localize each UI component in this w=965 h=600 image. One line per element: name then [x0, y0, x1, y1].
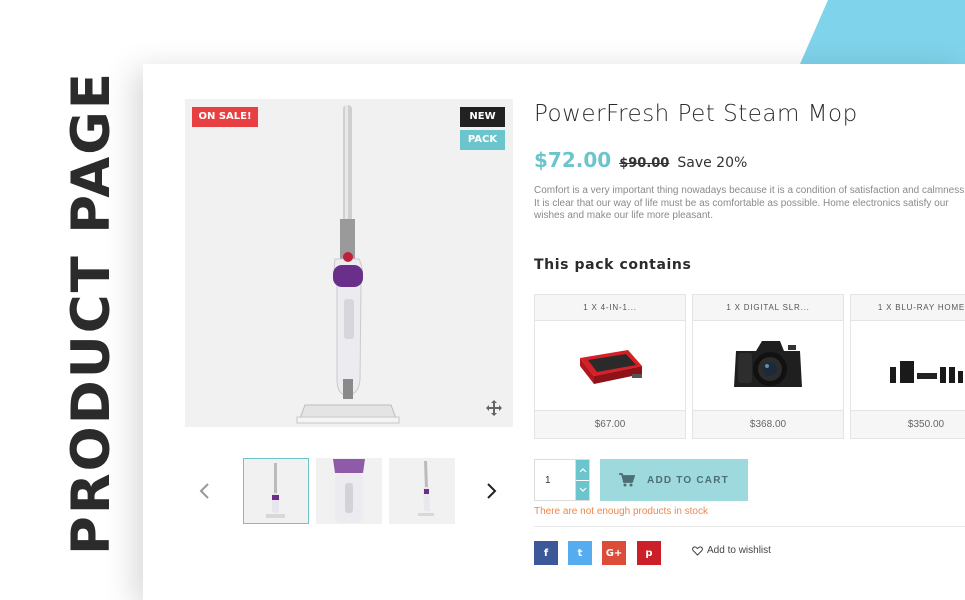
side-title: PRODUCT PAGE [61, 71, 122, 555]
current-price: $72.00 [534, 148, 612, 172]
pack-item-name[interactable]: 1 x Digital SLR... [693, 295, 843, 321]
thumbnail-mop-closeup [333, 459, 365, 523]
twitter-share-button[interactable]: t [568, 541, 592, 565]
spinner-up-icon[interactable] [576, 460, 589, 481]
pinterest-share-button[interactable]: p [637, 541, 661, 565]
spinner-down-icon[interactable] [576, 480, 589, 500]
pack-item[interactable]: 1 x 4-in-1... $67.00 [534, 294, 686, 439]
googleplus-share-button[interactable]: G+ [602, 541, 626, 565]
pack-item-price: $368.00 [693, 410, 843, 438]
grill-image [580, 349, 642, 384]
product-description: Comfort is a very important thing nowada… [534, 185, 965, 221]
add-to-cart-button[interactable]: Add to cart [600, 459, 748, 501]
add-to-cart-label: Add to cart [647, 474, 729, 486]
pack-item-image[interactable] [851, 321, 965, 410]
home-theater-image [890, 360, 963, 383]
stock-warning: There are not enough products in stock [534, 506, 708, 517]
facebook-share-button[interactable]: f [534, 541, 558, 565]
pack-item-price: $350.00 [851, 410, 965, 438]
cart-icon [619, 473, 636, 487]
wishlist-label: Add to wishlist [707, 545, 771, 556]
chevron-right-icon[interactable] [481, 481, 501, 501]
quantity-spinner[interactable] [575, 460, 589, 500]
pack-item-name[interactable]: 1 x 4-in-1... [535, 295, 685, 321]
price-row: $72.00 $90.00 Save 20% [534, 148, 747, 172]
pack-item-price: $67.00 [535, 410, 685, 438]
heart-icon [692, 545, 703, 556]
thumbnail-mop-full [266, 463, 285, 518]
quantity-stepper[interactable] [534, 459, 590, 501]
add-to-wishlist-link[interactable]: Add to wishlist [692, 545, 771, 556]
quantity-input[interactable] [535, 460, 575, 500]
thumbnail-mop-side [418, 461, 434, 516]
pack-item[interactable]: 1 x Blu-ray Home... $350.00 [850, 294, 965, 439]
googleplus-icon: G+ [605, 547, 623, 559]
new-badge: New [460, 107, 505, 127]
discount-label: Save 20% [677, 155, 748, 171]
pack-heading: This pack contains [534, 257, 692, 273]
chevron-left-icon[interactable] [195, 481, 215, 501]
product-card: On sale! New Pack [143, 64, 965, 600]
old-price: $90.00 [619, 156, 670, 171]
expand-icon[interactable] [485, 399, 503, 417]
pinterest-icon: p [645, 547, 653, 559]
pack-item-image[interactable] [693, 321, 843, 410]
pack-item[interactable]: 1 x Digital SLR... $368.00 [692, 294, 844, 439]
thumbnail-1[interactable] [243, 458, 309, 524]
background-accent [800, 0, 965, 64]
thumbnail-2[interactable] [316, 458, 382, 524]
product-title: PowerFresh Pet Steam Mop [534, 101, 858, 127]
twitter-icon: t [577, 547, 583, 559]
thumbnail-3[interactable] [389, 458, 455, 524]
pack-item-image[interactable] [535, 321, 685, 410]
on-sale-badge: On sale! [192, 107, 258, 127]
divider [534, 526, 965, 527]
pack-item-name[interactable]: 1 x Blu-ray Home... [851, 295, 965, 321]
main-product-image[interactable]: On sale! New Pack [185, 99, 513, 427]
camera-image [734, 340, 802, 387]
facebook-icon: f [543, 547, 549, 559]
pack-badge: Pack [460, 130, 505, 150]
